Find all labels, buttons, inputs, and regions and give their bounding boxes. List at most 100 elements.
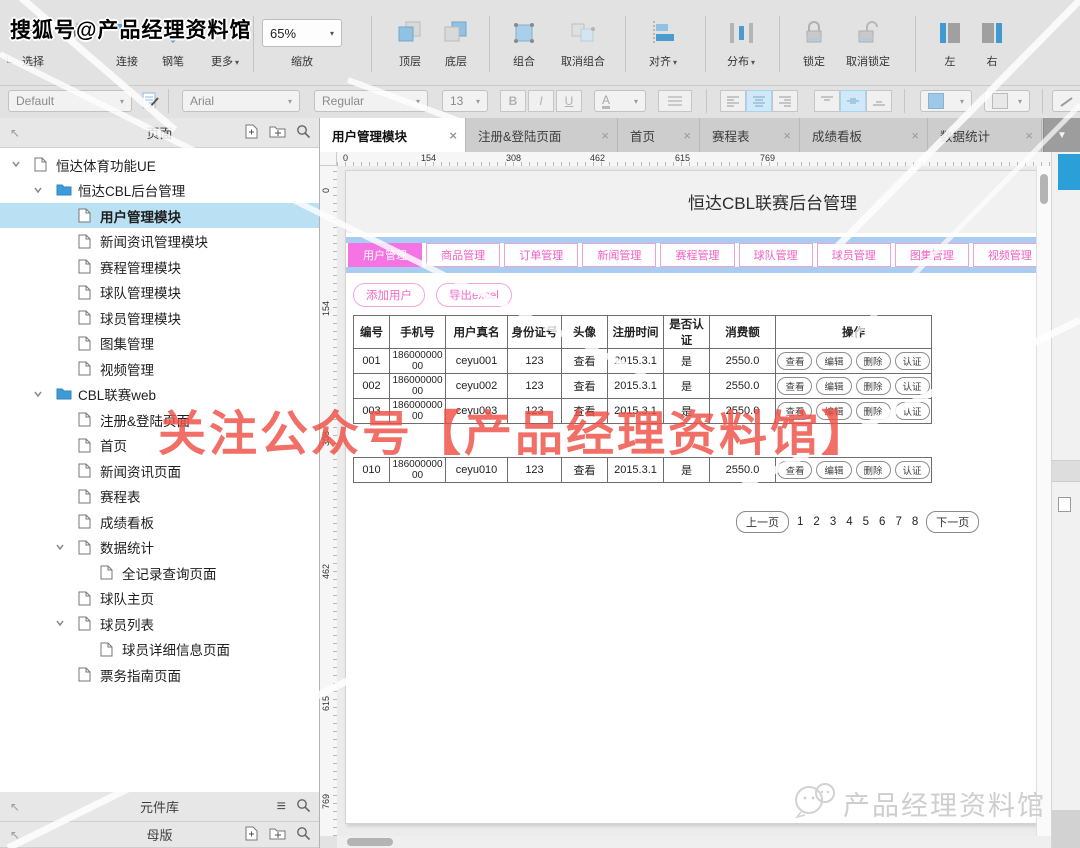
border-style-button[interactable]: ▾ <box>1052 90 1080 112</box>
doc-tab-2[interactable]: 注册&登陆页面× <box>466 118 618 152</box>
search-icon[interactable] <box>296 124 311 142</box>
sidebar-item-首页[interactable]: 首页 <box>0 433 319 458</box>
toolbar-group-button[interactable]: 组合 <box>500 16 548 76</box>
italic-button[interactable]: I <box>528 90 554 112</box>
toolbar-connect-button[interactable]: 连接 <box>104 16 150 76</box>
proto-nav-tab-1[interactable]: 用户管理 <box>348 243 422 267</box>
row-action-button[interactable]: 查看 <box>777 461 812 479</box>
chevron-down-icon[interactable] <box>54 616 66 631</box>
components-panel-header[interactable]: ↖ 元件库 ≡ <box>0 792 319 822</box>
design-canvas[interactable]: 恒达CBL联赛后台管理 用户管理商品管理订单管理新闻管理赛程管理球队管理球员管理… <box>337 166 1052 836</box>
chevron-down-icon[interactable] <box>32 183 44 198</box>
page-number[interactable]: 4 <box>846 516 852 528</box>
sidebar-item-恒达CBL后台管理[interactable]: 恒达CBL后台管理 <box>0 178 319 203</box>
align-right-button[interactable] <box>772 90 798 112</box>
horizontal-scrollbar-thumb[interactable] <box>347 838 393 846</box>
menu-icon[interactable]: ≡ <box>277 799 286 815</box>
toolbar-distribute-button[interactable]: 分布▾ <box>714 16 768 76</box>
sidebar-item-球队管理模块[interactable]: 球队管理模块 <box>0 280 319 305</box>
search-icon[interactable] <box>296 798 311 816</box>
prev-page-button[interactable]: 上一页 <box>736 511 789 533</box>
page-number[interactable]: 5 <box>863 516 869 528</box>
proto-nav-tab-3[interactable]: 订单管理 <box>504 243 578 267</box>
proto-nav-tab-8[interactable]: 图集管理 <box>895 243 969 267</box>
sidebar-item-用户管理模块[interactable]: 用户管理模块 <box>0 203 319 228</box>
sidebar-item-球队主页[interactable]: 球队主页 <box>0 586 319 611</box>
valign-middle-button[interactable] <box>840 90 866 112</box>
toolbar-more-button[interactable]: 更多▾ <box>198 16 252 76</box>
row-action-button[interactable]: 删除 <box>856 377 891 395</box>
sidebar-item-球员列表[interactable]: 球员列表 <box>0 611 319 636</box>
valign-bottom-button[interactable] <box>866 90 892 112</box>
add-folder-icon[interactable] <box>269 124 286 141</box>
row-action-button[interactable]: 编辑 <box>816 402 851 420</box>
close-icon[interactable]: × <box>775 128 791 143</box>
avatar-view-link[interactable]: 查看 <box>562 349 608 374</box>
row-action-button[interactable]: 删除 <box>856 402 891 420</box>
align-center-button[interactable] <box>746 90 772 112</box>
search-icon[interactable] <box>296 826 311 844</box>
add-user-button[interactable]: 添加用户 <box>353 283 425 307</box>
sidebar-item-数据统计[interactable]: 数据统计 <box>0 535 319 560</box>
prototype-page[interactable]: 恒达CBL联赛后台管理 用户管理商品管理订单管理新闻管理赛程管理球队管理球员管理… <box>345 170 1050 824</box>
row-action-button[interactable]: 删除 <box>856 352 891 370</box>
page-number[interactable]: 7 <box>895 516 901 528</box>
row-action-button[interactable]: 认证 <box>895 402 930 420</box>
row-action-button[interactable]: 编辑 <box>816 352 851 370</box>
next-page-button[interactable]: 下一页 <box>926 511 979 533</box>
style-select[interactable]: Default ▾ <box>8 90 132 112</box>
sidebar-item-CBL联赛web[interactable]: CBL联赛web <box>0 382 319 407</box>
edit-style-icon[interactable] <box>142 91 160 113</box>
toolbar-lock-button[interactable]: 锁定 <box>791 16 837 76</box>
line-spacing-button[interactable] <box>658 90 692 112</box>
page-number[interactable]: 8 <box>912 516 918 528</box>
close-icon[interactable]: × <box>593 128 609 143</box>
sidebar-item-赛程管理模块[interactable]: 赛程管理模块 <box>0 254 319 279</box>
canvas-horizontal-scrollbar[interactable] <box>337 836 1052 848</box>
sidebar-item-新闻资讯页面[interactable]: 新闻资讯页面 <box>0 458 319 483</box>
sidebar-item-全记录查询页面[interactable]: 全记录查询页面 <box>0 560 319 585</box>
doc-tab-4[interactable]: 赛程表× <box>700 118 800 152</box>
align-left-button[interactable] <box>720 90 746 112</box>
close-icon[interactable]: × <box>903 128 919 143</box>
row-action-button[interactable]: 查看 <box>777 402 812 420</box>
zoom-level-select[interactable]: 65%▾ <box>262 19 342 47</box>
bold-button[interactable]: B <box>500 90 526 112</box>
doc-tab-5[interactable]: 成绩看板× <box>800 118 928 152</box>
canvas-vertical-scrollbar[interactable] <box>1036 166 1051 836</box>
close-icon[interactable]: × <box>1017 128 1033 143</box>
avatar-view-link[interactable]: 查看 <box>562 399 608 424</box>
avatar-view-link[interactable]: 查看 <box>562 458 608 483</box>
doc-tab-3[interactable]: 首页× <box>618 118 700 152</box>
sidebar-item-票务指南页面[interactable]: 票务指南页面 <box>0 662 319 687</box>
fill-color-button[interactable]: ▾ <box>920 90 972 112</box>
row-action-button[interactable]: 查看 <box>777 352 812 370</box>
toolbar-pen-button[interactable]: 钢笔 <box>150 16 196 76</box>
toolbar-ungroup-button[interactable]: 取消组合 <box>549 16 617 76</box>
chevron-down-icon[interactable] <box>54 540 66 555</box>
proto-nav-tab-5[interactable]: 赛程管理 <box>660 243 734 267</box>
tab-overflow-button[interactable]: ▼ <box>1043 118 1080 152</box>
valign-top-button[interactable] <box>814 90 840 112</box>
page-number[interactable]: 6 <box>879 516 885 528</box>
export-excel-button[interactable]: 导出excel <box>436 283 512 307</box>
sidebar-item-视频管理[interactable]: 视频管理 <box>0 356 319 381</box>
line-color-button[interactable]: ▾ <box>984 90 1030 112</box>
chevron-down-icon[interactable] <box>10 157 22 172</box>
font-color-button[interactable]: A ▾ <box>594 90 646 112</box>
page-number[interactable]: 2 <box>813 516 819 528</box>
sidebar-item-赛程表[interactable]: 赛程表 <box>0 484 319 509</box>
masters-panel-header[interactable]: ↖ 母版 <box>0 822 319 848</box>
page-number[interactable]: 3 <box>830 516 836 528</box>
row-action-button[interactable]: 认证 <box>895 377 930 395</box>
proto-nav-tab-2[interactable]: 商品管理 <box>426 243 500 267</box>
vertical-scrollbar-thumb[interactable] <box>1040 174 1048 204</box>
font-size-select[interactable]: 13 ▾ <box>442 90 488 112</box>
row-action-button[interactable]: 删除 <box>856 461 891 479</box>
close-icon[interactable]: × <box>675 128 691 143</box>
row-action-button[interactable]: 查看 <box>777 377 812 395</box>
add-folder-icon[interactable] <box>269 826 286 843</box>
toolbar-align-button[interactable]: 对齐▾ <box>636 16 690 76</box>
toolbar-zoom-button[interactable]: 65%▾缩放 <box>262 16 342 76</box>
sidebar-item-球员详细信息页面[interactable]: 球员详细信息页面 <box>0 637 319 662</box>
